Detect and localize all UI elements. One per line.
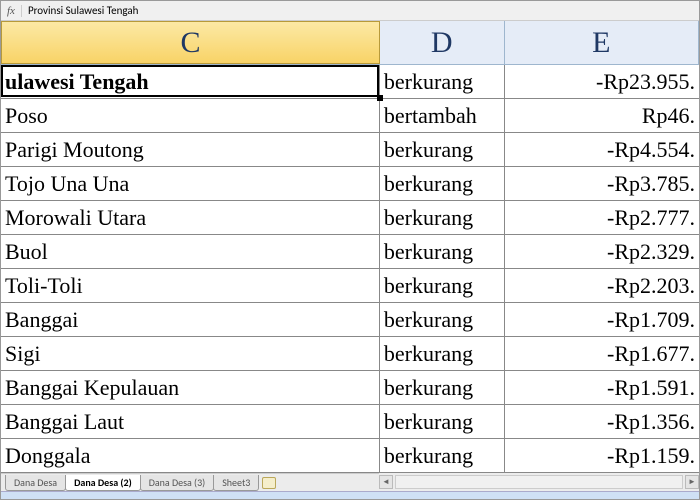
cell[interactable]: Tojo Una Una [1, 167, 380, 200]
horizontal-scrollbar[interactable]: ◄ ► [379, 473, 699, 491]
cell[interactable]: -Rp1.677. [505, 337, 699, 370]
scroll-track[interactable] [395, 475, 683, 489]
cell[interactable]: bertambah [380, 99, 505, 132]
table-row[interactable]: Parigi Moutong berkurang -Rp4.554. [1, 133, 699, 167]
cell[interactable]: Poso [1, 99, 380, 132]
column-header-c[interactable]: C [1, 21, 380, 64]
table-row[interactable]: Tojo Una Una berkurang -Rp3.785. [1, 167, 699, 201]
cell[interactable]: -Rp23.955. [505, 65, 699, 98]
cell[interactable]: -Rp2.329. [505, 235, 699, 268]
cell[interactable]: Toli-Toli [1, 269, 380, 302]
table-row[interactable]: Sigi berkurang -Rp1.677. [1, 337, 699, 371]
cell[interactable]: Morowali Utara [1, 201, 380, 234]
cell[interactable]: berkurang [380, 337, 505, 370]
cell[interactable]: Banggai Laut [1, 405, 380, 438]
sheet-tab[interactable]: Dana Desa (3) [140, 475, 214, 491]
table-row[interactable]: Donggala berkurang -Rp1.159. [1, 439, 699, 473]
cell[interactable]: berkurang [380, 371, 505, 404]
cell[interactable]: berkurang [380, 405, 505, 438]
table-row[interactable]: Banggai berkurang -Rp1.709. [1, 303, 699, 337]
sheet-tab[interactable]: Dana Desa [5, 475, 66, 491]
sheet-tab[interactable]: Sheet3 [213, 475, 259, 491]
table-row[interactable]: Banggai Kepulauan berkurang -Rp1.591. [1, 371, 699, 405]
cell[interactable]: Parigi Moutong [1, 133, 380, 166]
cell[interactable]: berkurang [380, 269, 505, 302]
cell[interactable]: -Rp2.777. [505, 201, 699, 234]
cell[interactable]: berkurang [380, 303, 505, 336]
table-row[interactable]: Poso bertambah Rp46. [1, 99, 699, 133]
cell[interactable]: -Rp1.356. [505, 405, 699, 438]
formula-bar: fx [1, 1, 699, 21]
sheet-tab-active[interactable]: Dana Desa (2) [65, 475, 141, 491]
table-row[interactable]: Banggai Laut berkurang -Rp1.356. [1, 405, 699, 439]
formula-input[interactable] [22, 4, 699, 17]
cell[interactable]: -Rp3.785. [505, 167, 699, 200]
cell[interactable]: Donggala [1, 439, 380, 472]
column-header-e[interactable]: E [505, 21, 699, 64]
cell[interactable]: berkurang [380, 65, 505, 98]
cell[interactable]: ulawesi Tengah [1, 65, 380, 98]
cell[interactable]: Rp46. [505, 99, 699, 132]
fx-icon[interactable]: fx [1, 5, 22, 17]
column-header-d[interactable]: D [380, 21, 505, 64]
cell[interactable]: berkurang [380, 235, 505, 268]
new-sheet-button[interactable] [262, 477, 276, 489]
scroll-right-icon[interactable]: ► [685, 475, 699, 489]
table-row[interactable]: Morowali Utara berkurang -Rp2.777. [1, 201, 699, 235]
cell[interactable]: Sigi [1, 337, 380, 370]
scroll-left-icon[interactable]: ◄ [379, 475, 393, 489]
cell[interactable]: Buol [1, 235, 380, 268]
cell[interactable]: -Rp1.159. [505, 439, 699, 472]
cell[interactable]: Banggai Kepulauan [1, 371, 380, 404]
grid[interactable]: ulawesi Tengah berkurang -Rp23.955. Poso… [1, 65, 699, 473]
cell[interactable]: -Rp2.203. [505, 269, 699, 302]
table-row[interactable]: Buol berkurang -Rp2.329. [1, 235, 699, 269]
table-row[interactable]: ulawesi Tengah berkurang -Rp23.955. [1, 65, 699, 99]
cell[interactable]: -Rp1.591. [505, 371, 699, 404]
cell[interactable]: Banggai [1, 303, 380, 336]
cell[interactable]: -Rp4.554. [505, 133, 699, 166]
column-headers: C D E [1, 21, 699, 65]
table-row[interactable]: Toli-Toli berkurang -Rp2.203. [1, 269, 699, 303]
cell[interactable]: berkurang [380, 167, 505, 200]
status-bar [1, 491, 699, 499]
cell[interactable]: berkurang [380, 439, 505, 472]
cell[interactable]: -Rp1.709. [505, 303, 699, 336]
cell[interactable]: berkurang [380, 201, 505, 234]
cell[interactable]: berkurang [380, 133, 505, 166]
